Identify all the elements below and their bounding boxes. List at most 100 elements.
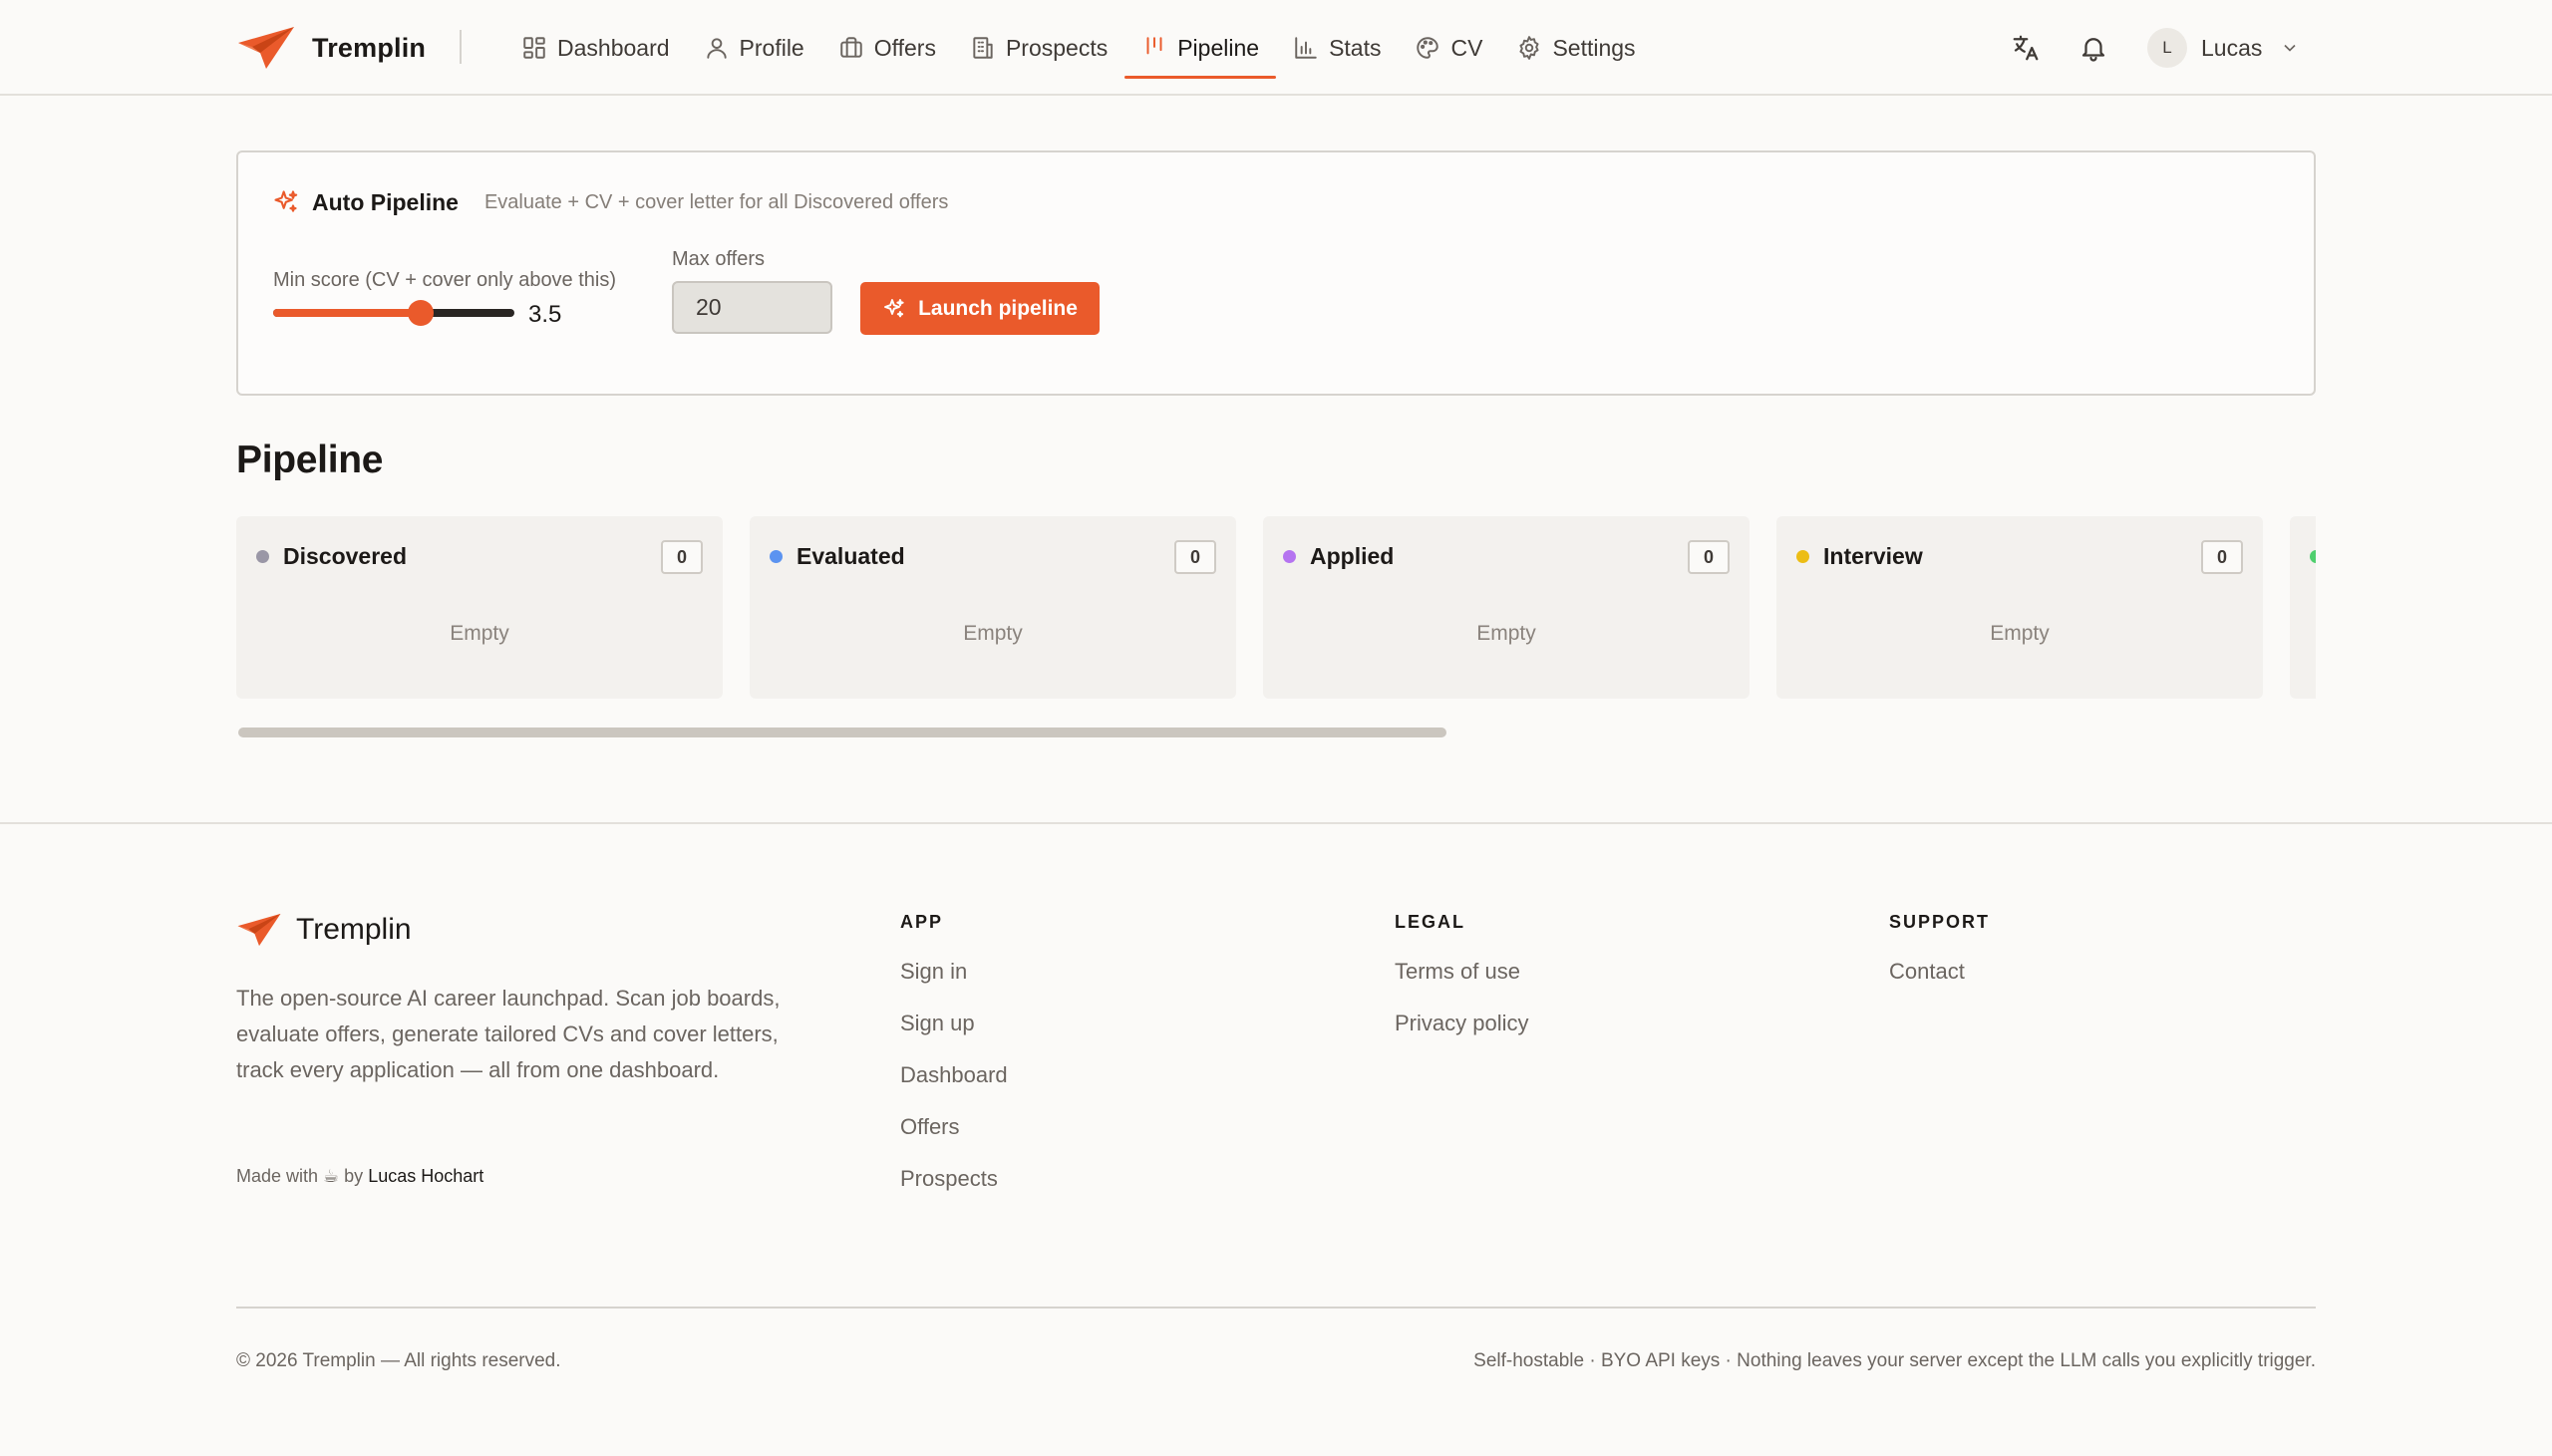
column-empty-text: Empty <box>963 622 1023 645</box>
footer-description: The open-source AI career launchpad. Sca… <box>236 986 781 1082</box>
nav-item-cv[interactable]: CV <box>1398 0 1499 96</box>
column-title: Discovered <box>283 543 408 569</box>
nav-item-label: Settings <box>1552 34 1636 61</box>
nav-item-pipeline[interactable]: Pipeline <box>1124 0 1276 96</box>
auto-pipeline-card: Auto Pipeline Evaluate + CV + cover lett… <box>236 150 2316 396</box>
column-empty-text: Empty <box>1476 622 1536 645</box>
footer-link-offers[interactable]: Offers <box>900 1114 1008 1166</box>
translate-icon <box>2013 35 2039 61</box>
footer-column-app: APP Sign in Sign up Dashboard Offers Pro… <box>900 912 1008 1218</box>
column-count-badge: 0 <box>1174 540 1216 574</box>
briefcase-icon <box>840 37 862 58</box>
footer-column-title: SUPPORT <box>1889 912 1991 932</box>
sparkles-icon <box>274 190 298 212</box>
footer-link-contact[interactable]: Contact <box>1889 959 1990 1011</box>
user-name: Lucas <box>2201 34 2263 61</box>
footer-link-sign-up[interactable]: Sign up <box>900 1011 1008 1062</box>
kanban-icon <box>1146 37 1162 55</box>
sparkles-icon <box>884 298 904 317</box>
brand-name: Tremplin <box>312 32 427 63</box>
footer-link-dashboard[interactable]: Dashboard <box>900 1062 1008 1114</box>
pipeline-column-applied: Applied 0 Empty <box>1263 516 1750 699</box>
nav-item-prospects[interactable]: Prospects <box>953 0 1124 96</box>
building-icon <box>973 37 993 59</box>
footer-column-title: LEGAL <box>1395 912 1465 932</box>
column-count-badge: 0 <box>661 540 703 574</box>
footer-made-with: Made with ☕ by Lucas Hochart <box>236 1166 483 1187</box>
footer-link-prospects[interactable]: Prospects <box>900 1166 1008 1218</box>
min-score-label: Min score (CV + cover only above this) <box>273 269 617 291</box>
nav-item-label: Dashboard <box>557 34 670 61</box>
nav-item-label: Profile <box>739 34 804 61</box>
slider-fill <box>273 309 421 317</box>
bar-chart-icon <box>1295 37 1317 59</box>
main-nav: Dashboard Profile Offers Prospects Pipel… <box>504 0 1653 96</box>
column-title: Applied <box>1310 543 1395 569</box>
nav-item-profile[interactable]: Profile <box>687 0 821 96</box>
column-empty-text: Empty <box>450 622 509 645</box>
language-button[interactable] <box>2006 28 2046 68</box>
palette-icon <box>1417 37 1439 59</box>
nav-item-label: Stats <box>1329 34 1382 61</box>
footer-column-title: APP <box>900 912 944 932</box>
status-dot <box>2310 550 2316 563</box>
dashboard-icon <box>523 37 545 59</box>
slider-thumb[interactable] <box>407 300 434 326</box>
pipeline-board: Discovered 0 Empty Evaluated 0 Empty App… <box>236 516 2316 699</box>
footer-column-legal: LEGAL Terms of use Privacy policy <box>1395 912 1528 1062</box>
notifications-button[interactable] <box>2074 28 2113 68</box>
footer-brand-name: Tremplin <box>296 913 412 946</box>
nav-divider <box>460 30 462 64</box>
pipeline-column-next <box>2290 516 2316 699</box>
launch-pipeline-label: Launch pipeline <box>918 296 1078 320</box>
nav-item-label: CV <box>1450 34 1483 61</box>
column-title: Evaluated <box>797 543 905 569</box>
board-horizontal-scrollbar[interactable] <box>238 728 1446 737</box>
user-menu[interactable]: L Lucas <box>2147 26 2300 70</box>
author-link[interactable]: Lucas Hochart <box>368 1166 483 1186</box>
made-with-text: Made with ☕ by <box>236 1166 364 1186</box>
nav-item-offers[interactable]: Offers <box>821 0 953 96</box>
pipeline-column-interview: Interview 0 Empty <box>1776 516 2263 699</box>
footer-link-terms[interactable]: Terms of use <box>1395 959 1528 1011</box>
chevron-down-icon <box>2284 44 2296 52</box>
footer-column-support: SUPPORT Contact <box>1889 912 1990 1011</box>
column-empty-text: Empty <box>1990 622 2050 645</box>
footer: Tremplin The open-source AI career launc… <box>0 822 2552 1456</box>
avatar: L <box>2147 28 2187 68</box>
min-score-slider[interactable] <box>273 300 514 326</box>
footer-link-sign-in[interactable]: Sign in <box>900 959 1008 1011</box>
gear-icon <box>1519 36 1539 60</box>
bell-icon <box>2081 38 2105 62</box>
max-offers-label: Max offers <box>672 248 765 270</box>
status-dot <box>1796 550 1809 563</box>
column-count-badge: 0 <box>1688 540 1730 574</box>
status-dot <box>1283 550 1296 563</box>
footer-copyright: © 2026 Tremplin — All rights reserved. <box>236 1350 561 1371</box>
footer-divider <box>236 1307 2316 1309</box>
top-nav: Tremplin Dashboard Profile Offers Prospe… <box>0 0 2552 96</box>
footer-brand[interactable]: Tremplin <box>236 912 412 948</box>
paper-plane-logo-icon <box>238 27 294 69</box>
auto-pipeline-subtitle: Evaluate + CV + cover letter for all Dis… <box>483 190 949 213</box>
footer-privacy-note: Self-hostable · BYO API keys · Nothing l… <box>1473 1350 2316 1371</box>
brand-logo-link[interactable]: Tremplin <box>236 22 426 74</box>
footer-link-privacy[interactable]: Privacy policy <box>1395 1011 1528 1062</box>
auto-pipeline-header: Auto Pipeline Evaluate + CV + cover lett… <box>272 188 948 216</box>
status-dot <box>256 550 269 563</box>
pipeline-column-evaluated: Evaluated 0 Empty <box>750 516 1236 699</box>
nav-item-stats[interactable]: Stats <box>1276 0 1398 96</box>
user-icon <box>706 38 727 59</box>
nav-item-settings[interactable]: Settings <box>1499 0 1652 96</box>
status-dot <box>770 550 783 563</box>
nav-item-dashboard[interactable]: Dashboard <box>504 0 687 96</box>
min-score-value: 3.5 <box>528 301 562 328</box>
pipeline-column-discovered: Discovered 0 Empty <box>236 516 723 699</box>
paper-plane-logo-icon <box>237 913 281 947</box>
nav-item-label: Prospects <box>1005 34 1109 61</box>
auto-pipeline-title: Auto Pipeline <box>312 188 459 215</box>
max-offers-input[interactable]: 20 <box>672 281 832 334</box>
launch-pipeline-button[interactable]: Launch pipeline <box>860 282 1100 335</box>
nav-item-label: Offers <box>873 34 936 61</box>
page-title: Pipeline <box>236 438 384 481</box>
